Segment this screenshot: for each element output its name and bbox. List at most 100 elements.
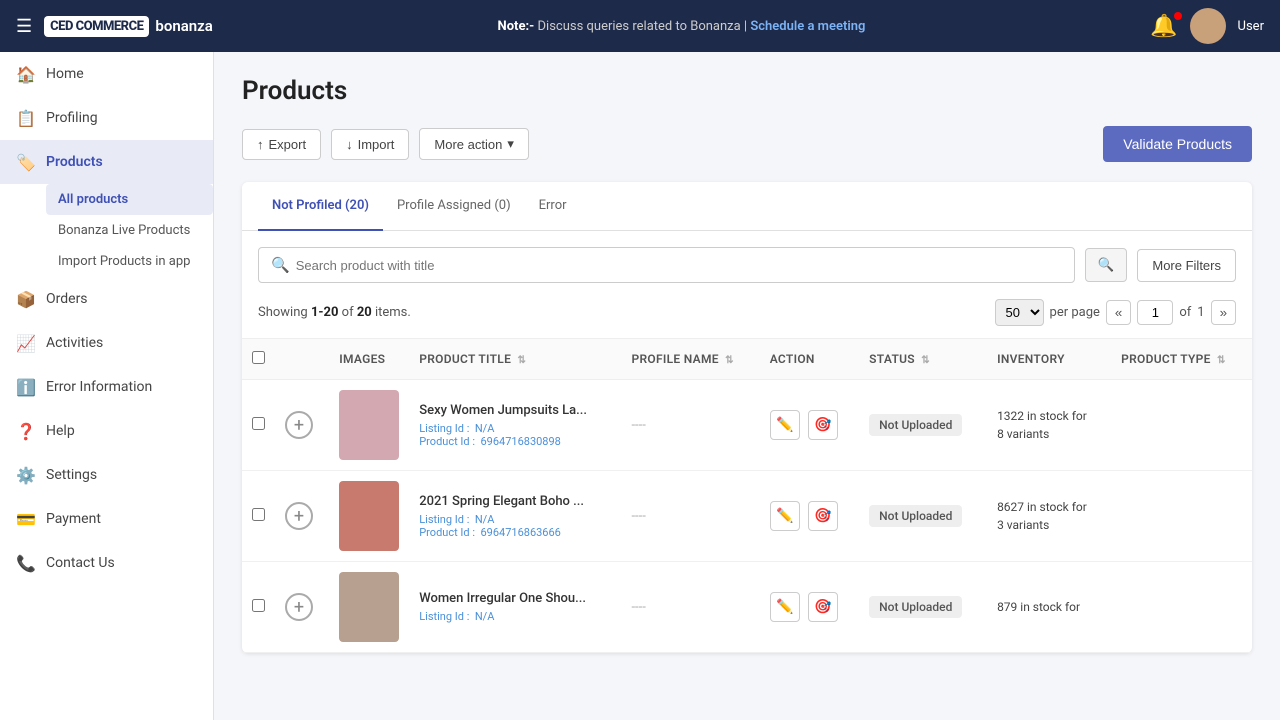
sidebar-item-help[interactable]: ❓ Help	[0, 409, 213, 453]
row-checkbox[interactable]	[252, 508, 265, 521]
row-product-type-cell	[1111, 562, 1252, 653]
product-title: Sexy Women Jumpsuits La...	[419, 403, 611, 418]
export-button[interactable]: ↑ Export	[242, 129, 321, 160]
import-button[interactable]: ↓ Import	[331, 129, 409, 160]
th-images: IMAGES	[329, 339, 409, 380]
import-label: Import	[358, 137, 395, 152]
sidebar-item-products[interactable]: 🏷️ Products	[0, 140, 213, 184]
sidebar-item-activities[interactable]: 📈 Activities	[0, 321, 213, 365]
error-icon: ℹ️	[16, 377, 36, 397]
avatar[interactable]	[1190, 8, 1226, 44]
per-page-select[interactable]: 50	[995, 299, 1044, 326]
product-title: 2021 Spring Elegant Boho ...	[419, 494, 611, 509]
contact-icon: 📞	[16, 553, 36, 573]
bell-badge	[1174, 12, 1182, 20]
tab-profile-assigned[interactable]: Profile Assigned (0)	[383, 182, 525, 231]
profile-name: ----	[631, 418, 645, 433]
search-input[interactable]	[296, 258, 1062, 273]
inventory-text: 8627 in stock for 3 variants	[997, 498, 1101, 534]
first-page-button[interactable]: «	[1106, 300, 1131, 325]
sidebar-sub-bonanza-live[interactable]: Bonanza Live Products	[46, 215, 213, 246]
sidebar-item-orders[interactable]: 📦 Orders	[0, 277, 213, 321]
sidebar-item-contact-us[interactable]: 📞 Contact Us	[0, 541, 213, 585]
products-icon: 🏷️	[16, 152, 36, 172]
action-buttons: ✏️ 🎯	[770, 501, 849, 531]
inventory-line1: 879 in stock for	[997, 600, 1080, 614]
row-product-type-cell	[1111, 380, 1252, 471]
sidebar-item-payment[interactable]: 💳 Payment	[0, 497, 213, 541]
th-product-type[interactable]: PRODUCT TYPE ⇅	[1111, 339, 1252, 380]
more-action-button[interactable]: More action ▾	[419, 128, 528, 160]
row-title-cell: Women Irregular One Shou... Listing Id :…	[409, 562, 621, 653]
product-id-value[interactable]: 6964716830898	[480, 435, 560, 448]
schedule-meeting-link[interactable]: Schedule a meeting	[750, 19, 865, 34]
product-meta: Listing Id : N/A	[419, 610, 611, 623]
tab-not-profiled[interactable]: Not Profiled (20)	[258, 182, 383, 231]
search-btn-icon: 🔍	[1098, 257, 1115, 272]
target-button[interactable]: 🎯	[808, 592, 838, 622]
row-checkbox[interactable]	[252, 599, 265, 612]
sidebar-item-label: Contact Us	[46, 555, 115, 571]
inventory-line1: 1322 in stock for	[997, 409, 1087, 423]
edit-button[interactable]: ✏️	[770, 410, 800, 440]
menu-icon[interactable]: ☰	[16, 16, 32, 37]
note-prefix: Note:-	[498, 19, 535, 34]
listing-id-label: Listing Id :	[419, 513, 469, 526]
sidebar-item-home[interactable]: 🏠 Home	[0, 52, 213, 96]
tab-error[interactable]: Error	[525, 182, 581, 231]
edit-button[interactable]: ✏️	[770, 592, 800, 622]
toolbar: ↑ Export ↓ Import More action ▾ Validate…	[242, 126, 1252, 162]
search-button[interactable]: 🔍	[1085, 248, 1128, 282]
payment-icon: 💳	[16, 509, 36, 529]
add-row-button[interactable]: +	[285, 502, 313, 530]
target-button[interactable]: 🎯	[808, 410, 838, 440]
row-title-cell: Sexy Women Jumpsuits La... Listing Id : …	[409, 380, 621, 471]
layout: 🏠 Home 📋 Profiling 🏷️ Products All produ…	[0, 52, 1280, 720]
add-row-button[interactable]: +	[285, 411, 313, 439]
sidebar-sub-import-products[interactable]: Import Products in app	[46, 246, 213, 277]
product-id-label: Product Id :	[419, 526, 475, 539]
last-page-button[interactable]: »	[1211, 300, 1236, 325]
current-page-input[interactable]	[1137, 300, 1173, 325]
sidebar-item-error-information[interactable]: ℹ️ Error Information	[0, 365, 213, 409]
th-status[interactable]: STATUS ⇅	[859, 339, 987, 380]
sidebar-sub-all-products[interactable]: All products	[46, 184, 213, 215]
sort-icon-title: ⇅	[517, 355, 526, 366]
note-text: Discuss queries related to Bonanza |	[538, 19, 751, 34]
sort-icon-type: ⇅	[1217, 355, 1226, 366]
status-badge: Not Uploaded	[869, 505, 962, 527]
search-input-wrap: 🔍	[258, 247, 1075, 283]
home-icon: 🏠	[16, 64, 36, 84]
target-button[interactable]: 🎯	[808, 501, 838, 531]
product-id-value[interactable]: 6964716863666	[480, 526, 560, 539]
listing-id-value: N/A	[475, 422, 495, 435]
select-all-checkbox[interactable]	[252, 351, 265, 364]
row-profile-name-cell: ----	[621, 380, 759, 471]
username: User	[1238, 19, 1264, 34]
row-checkbox[interactable]	[252, 417, 265, 430]
profile-name: ----	[631, 600, 645, 615]
sidebar-item-profiling[interactable]: 📋 Profiling	[0, 96, 213, 140]
product-id-row: Product Id : 6964716863666	[419, 526, 611, 539]
more-filters-button[interactable]: More Filters	[1137, 249, 1236, 282]
activities-icon: 📈	[16, 333, 36, 353]
row-inventory-cell: 1322 in stock for 8 variants	[987, 380, 1111, 471]
showing-range: 1-20	[311, 305, 339, 320]
row-add-cell: +	[275, 380, 329, 471]
add-row-button[interactable]: +	[285, 593, 313, 621]
settings-icon: ⚙️	[16, 465, 36, 485]
edit-button[interactable]: ✏️	[770, 501, 800, 531]
main-content: Products ↑ Export ↓ Import More action ▾…	[214, 52, 1280, 720]
table-row: + 2021 Spring Elegant Boho ... Listing I…	[242, 471, 1252, 562]
th-action: ACTION	[760, 339, 859, 380]
page-title: Products	[242, 76, 1252, 106]
validate-products-button[interactable]: Validate Products	[1103, 126, 1252, 162]
row-status-cell: Not Uploaded	[859, 380, 987, 471]
products-card: Not Profiled (20) Profile Assigned (0) E…	[242, 182, 1252, 653]
th-product-title[interactable]: PRODUCT TITLE ⇅	[409, 339, 621, 380]
export-icon: ↑	[257, 137, 264, 152]
th-profile-name[interactable]: PROFILE NAME ⇅	[621, 339, 759, 380]
sidebar-item-settings[interactable]: ⚙️ Settings	[0, 453, 213, 497]
row-inventory-cell: 8627 in stock for 3 variants	[987, 471, 1111, 562]
row-add-cell: +	[275, 562, 329, 653]
